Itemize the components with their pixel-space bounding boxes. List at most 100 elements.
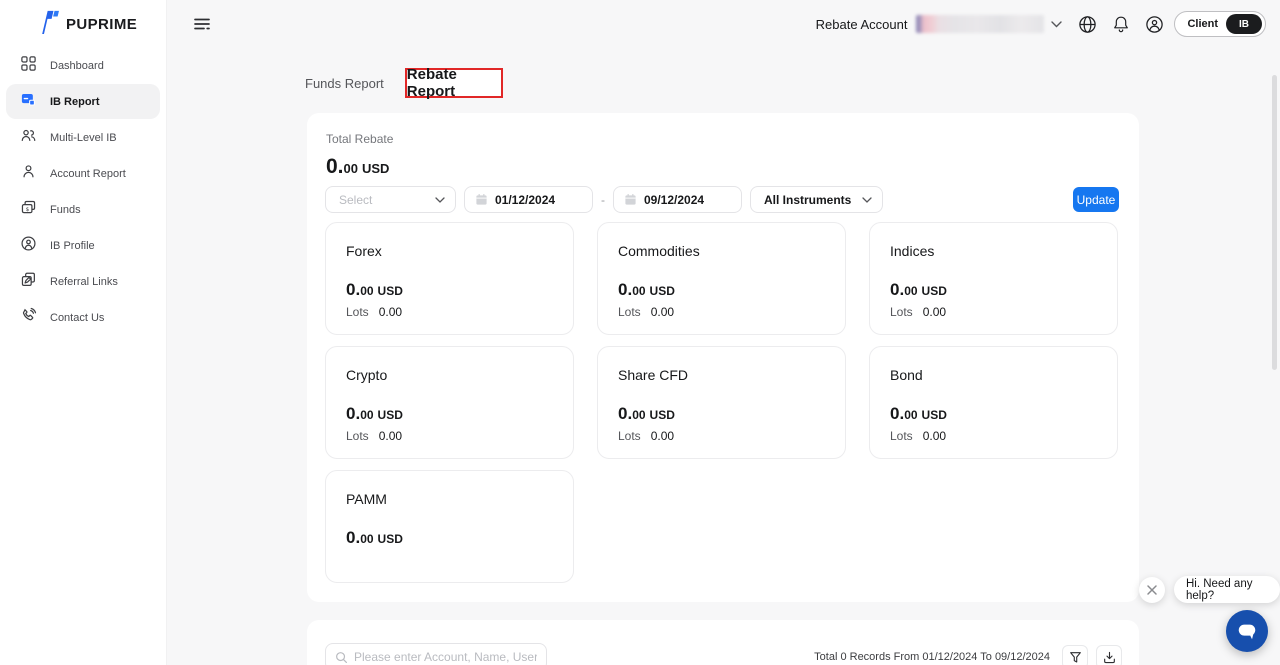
notifications-bell-icon[interactable] (1112, 15, 1130, 34)
card-currency: USD (922, 284, 947, 298)
sidebar-item-contact-us[interactable]: Contact Us (6, 300, 160, 335)
brand-logo-icon (36, 8, 60, 41)
card-amount-major: 0. (346, 528, 360, 548)
sidebar-item-dashboard[interactable]: Dashboard (6, 48, 160, 83)
ib-toggle-badge[interactable]: IB (1226, 14, 1262, 34)
brand-logo[interactable]: PUPRIME (36, 8, 137, 40)
report-tabs: Funds Report Rebate Report (305, 68, 503, 98)
sidebar-item-account-report[interactable]: Account Report (6, 156, 160, 191)
card-amount-minor: 00 (360, 284, 373, 298)
card-value: 0.00USD (346, 404, 403, 424)
card-value: 0.00USD (890, 280, 947, 300)
funds-icon: $ (20, 199, 37, 221)
download-button[interactable] (1096, 645, 1122, 665)
referral-links-icon (20, 271, 37, 293)
card-title: Bond (890, 367, 1097, 383)
card-currency: USD (378, 408, 403, 422)
lots-value: 0.00 (379, 429, 402, 443)
sidebar-toggle-button[interactable] (190, 13, 214, 37)
sidebar-item-referral-links[interactable]: Referral Links (6, 264, 160, 299)
svg-text:$: $ (26, 206, 30, 212)
instruments-value: All Instruments (764, 193, 851, 207)
sidebar-item-multi-level-ib[interactable]: Multi-Level IB (6, 120, 160, 155)
tab-rebate-report[interactable]: Rebate Report (407, 66, 501, 100)
card-title: Indices (890, 243, 1097, 259)
card-amount-minor: 00 (632, 408, 645, 422)
search-icon (335, 651, 348, 664)
update-button[interactable]: Update (1073, 187, 1119, 212)
chevron-down-icon (862, 197, 872, 203)
sidebar-item-ib-profile[interactable]: IB Profile (6, 228, 160, 263)
total-currency: USD (362, 161, 389, 176)
lots-value: 0.00 (923, 305, 946, 319)
tab-funds-report[interactable]: Funds Report (305, 76, 384, 91)
lots-value: 0.00 (923, 429, 946, 443)
sidebar-item-label: Contact Us (50, 312, 104, 324)
total-amount-major: 0. (326, 155, 344, 179)
filter-row: Select 01/12/2024 - 09/12/2024 All Instr… (325, 186, 1119, 213)
records-search-input[interactable] (354, 650, 537, 664)
account-select-dropdown[interactable]: Select (325, 186, 456, 213)
card-lots: Lots0.00 (890, 429, 946, 443)
card-value: 0.00USD (618, 280, 675, 300)
tab-rebate-report-highlight[interactable]: Rebate Report (405, 68, 503, 98)
card-amount-major: 0. (346, 404, 360, 424)
account-number-redacted[interactable] (916, 15, 1044, 33)
lots-label: Lots (618, 305, 641, 319)
sidebar-nav: Dashboard IB Report (6, 48, 160, 336)
client-toggle-label[interactable]: Client (1187, 18, 1218, 30)
date-range-separator: - (601, 193, 605, 207)
card-title: Commodities (618, 243, 825, 259)
rebate-summary-panel: Total Rebate 0. 00 USD Select 01/12/2024… (307, 113, 1139, 602)
card-lots: Lots0.00 (618, 305, 674, 319)
sidebar-item-label: Referral Links (50, 276, 118, 288)
sidebar-item-funds[interactable]: $ Funds (6, 192, 160, 227)
select-placeholder: Select (339, 193, 372, 207)
card-currency: USD (922, 408, 947, 422)
card-amount-major: 0. (890, 280, 904, 300)
chat-greeting-bubble[interactable]: Hi. Need any help? (1174, 576, 1280, 603)
card-amount-major: 0. (618, 404, 632, 424)
instruments-dropdown[interactable]: All Instruments (750, 186, 883, 213)
card-amount-major: 0. (618, 280, 632, 300)
calendar-icon (475, 193, 488, 206)
records-panel: Total 0 Records From 01/12/2024 To 09/12… (307, 620, 1139, 665)
total-amount-minor: 00 (344, 161, 358, 176)
records-summary-text: Total 0 Records From 01/12/2024 To 09/12… (814, 651, 1050, 663)
topbar-right: Rebate Account Client IB (816, 11, 1266, 37)
card-title: Share CFD (618, 367, 825, 383)
chat-greeting-text: Hi. Need any help? (1186, 578, 1268, 602)
lots-label: Lots (346, 305, 369, 319)
sidebar-item-label: Account Report (50, 168, 126, 180)
card-amount-minor: 00 (904, 408, 917, 422)
sidebar-item-ib-report[interactable]: IB Report (6, 84, 160, 119)
card-currency: USD (378, 532, 403, 546)
contact-us-icon (20, 307, 37, 329)
card-title: PAMM (346, 491, 553, 507)
profile-icon[interactable] (1145, 15, 1164, 34)
filter-button[interactable] (1062, 645, 1088, 665)
card-currency: USD (650, 408, 675, 422)
date-to-input[interactable]: 09/12/2024 (613, 186, 742, 213)
records-toolbar: Total 0 Records From 01/12/2024 To 09/12… (814, 645, 1122, 665)
card-lots: Lots0.00 (346, 305, 402, 319)
card-amount-major: 0. (346, 280, 360, 300)
language-globe-icon[interactable] (1078, 15, 1097, 34)
chat-bubble-icon (1236, 620, 1258, 642)
client-ib-toggle[interactable]: Client IB (1174, 11, 1266, 37)
chat-launcher-button[interactable] (1226, 610, 1268, 652)
ib-report-icon (20, 91, 37, 113)
chat-close-button[interactable] (1139, 577, 1165, 603)
vertical-scrollbar-thumb[interactable] (1272, 75, 1277, 370)
sidebar-item-label: Multi-Level IB (50, 132, 117, 144)
card-title: Crypto (346, 367, 553, 383)
date-from-value: 01/12/2024 (495, 193, 555, 207)
account-chevron-down-icon[interactable] (1051, 21, 1062, 28)
total-rebate-value: 0. 00 USD (326, 155, 389, 179)
card-value: 0.00USD (890, 404, 947, 424)
sidebar-item-label: Dashboard (50, 60, 104, 72)
card-amount-minor: 00 (632, 284, 645, 298)
date-from-input[interactable]: 01/12/2024 (464, 186, 593, 213)
card-lots: Lots0.00 (890, 305, 946, 319)
card-commodities: Commodities 0.00USD Lots0.00 (597, 222, 846, 335)
